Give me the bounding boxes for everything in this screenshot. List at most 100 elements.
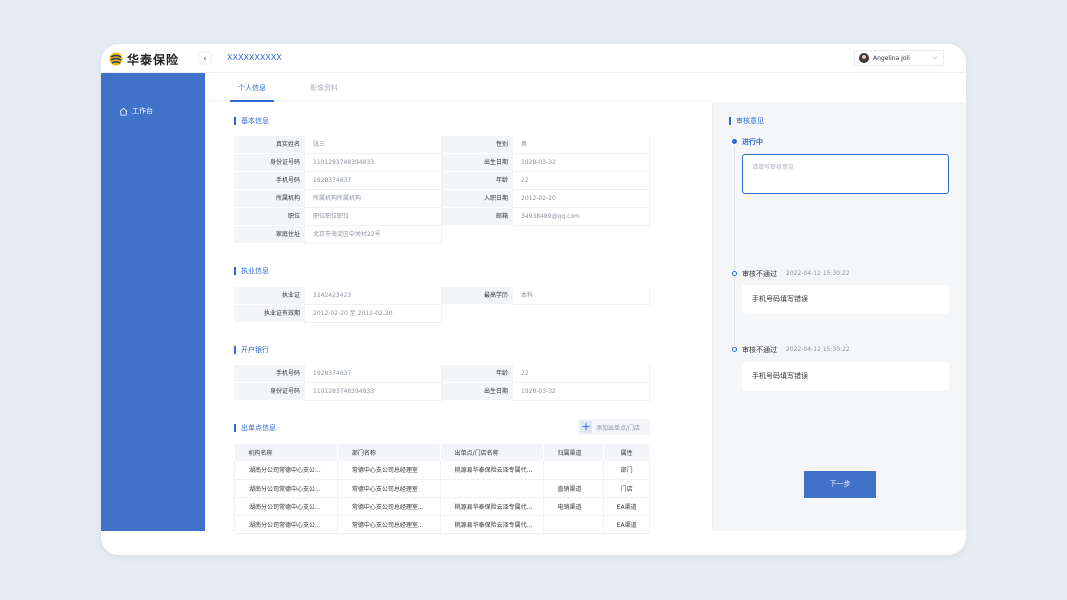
column-header: 属性 bbox=[603, 444, 650, 461]
field-label: 身份证号码 bbox=[234, 383, 304, 401]
outlets-table: 机构名称 部门名称 出单点/门店名称 归属渠道 属性 湖南分公司常德中心支公..… bbox=[234, 444, 650, 534]
table-cell: EA渠道 bbox=[603, 497, 650, 516]
field-value: 2012-02-20 bbox=[512, 190, 650, 208]
info-row: 真实姓名 张三 性别 男 bbox=[234, 136, 650, 154]
table-header-row: 机构名称 部门名称 出单点/门店名称 归属渠道 属性 bbox=[234, 444, 650, 461]
field-value: 3242423423 bbox=[304, 287, 442, 305]
table-cell: 桃源县华泰保险云泽专属代... bbox=[440, 515, 544, 534]
table-cell: 常德中心支公司总经理室 bbox=[337, 479, 441, 498]
sidebar-item-workbench[interactable]: 工作台 bbox=[119, 106, 153, 116]
timeline-dot bbox=[732, 271, 737, 276]
field-label: 邮箱 bbox=[442, 208, 512, 226]
review-history-comment: 手机号码填写错误 bbox=[742, 362, 949, 391]
column-header: 机构名称 bbox=[234, 444, 338, 461]
review-comment-input[interactable]: 请填写审核意见 bbox=[742, 154, 949, 194]
table-cell: 常德中心支公司总经理室 bbox=[337, 461, 441, 480]
field-label: 出生日期 bbox=[442, 154, 512, 172]
review-history-status: 审核不通过 bbox=[742, 270, 777, 278]
field-value: 张三 bbox=[304, 136, 442, 154]
field-label: 出生日期 bbox=[442, 383, 512, 401]
next-step-button[interactable]: 下一步 bbox=[804, 471, 876, 498]
review-history-comment: 手机号码填写错误 bbox=[742, 285, 949, 314]
timeline-line bbox=[734, 146, 735, 346]
logo-icon bbox=[109, 52, 123, 66]
field-label: 年龄 bbox=[442, 172, 512, 190]
home-icon bbox=[119, 107, 128, 116]
bank-info-grid: 手机号码 1928374637 年龄 22 身份证号码 110128374839… bbox=[234, 365, 650, 401]
field-label: 执业证 bbox=[234, 287, 304, 305]
section-title-basic-info: 基本信息 bbox=[234, 117, 269, 125]
info-row: 家庭住址 北京市海淀区中关村22号 bbox=[234, 226, 650, 244]
info-row: 身份证号码 1101283748394833 出生日期 1928-03-32 bbox=[234, 383, 650, 401]
table-cell: 门店 bbox=[603, 479, 650, 498]
table-cell: 湖南分公司常德中心支公... bbox=[234, 515, 338, 534]
field-value: 2012-02-20 至 2012-02-20 bbox=[304, 305, 442, 323]
field-label: 家庭住址 bbox=[234, 226, 304, 244]
field-value: 1101283748394833 bbox=[304, 154, 442, 172]
table-row: 湖南分公司常德中心支公... 常德中心支公司总经理室... 桃源县华泰保险云泽专… bbox=[234, 497, 650, 516]
review-history-status: 审核不通过 bbox=[742, 346, 777, 354]
info-row: 职位 职位职位职位 邮箱 34938489@qq.com bbox=[234, 208, 650, 226]
info-row: 执业证有效期 2012-02-20 至 2012-02-20 bbox=[234, 305, 650, 323]
logo: 华泰保险 bbox=[109, 51, 179, 67]
add-outlet-button[interactable]: + 添加出单点/门店 bbox=[578, 419, 650, 435]
chevron-left-icon: ‹ bbox=[203, 53, 207, 63]
table-row: 湖南分公司常德中心支公... 常德中心支公司总经理室 桃源县华泰保险云泽专属代.… bbox=[234, 461, 650, 480]
column-header: 归属渠道 bbox=[543, 444, 605, 461]
table-cell: 湖南分公司常德中心支公... bbox=[234, 461, 338, 480]
practice-info-grid: 执业证 3242423423 最高学历 本科 执业证有效期 2012-02-20… bbox=[234, 287, 650, 323]
field-label: 手机号码 bbox=[234, 172, 304, 190]
field-label: 性别 bbox=[442, 136, 512, 154]
logo-text: 华泰保险 bbox=[127, 52, 180, 67]
table-cell bbox=[543, 461, 605, 480]
field-label: 入职日期 bbox=[442, 190, 512, 208]
table-cell: 湖南分公司常德中心支公... bbox=[234, 497, 338, 516]
field-label: 身份证号码 bbox=[234, 154, 304, 172]
column-header: 出单点/门店名称 bbox=[440, 444, 544, 461]
collapse-sidebar-button[interactable]: ‹ bbox=[199, 52, 211, 64]
column-header: 部门名称 bbox=[337, 444, 441, 461]
field-value: 男 bbox=[512, 136, 650, 154]
tab-image-materials[interactable]: 影像资料 bbox=[310, 83, 338, 93]
table-cell: 常德中心支公司总经理室... bbox=[337, 515, 441, 534]
table-cell: 桃源县华泰保险云泽专属代... bbox=[440, 461, 544, 480]
sidebar: 工作台 bbox=[101, 73, 205, 531]
table-cell: 常德中心支公司总经理室... bbox=[337, 497, 441, 516]
field-value: 1928374637 bbox=[304, 365, 442, 383]
info-row: 身份证号码 1101283748394833 出生日期 1928-03-32 bbox=[234, 154, 650, 172]
plus-icon: + bbox=[580, 420, 592, 433]
table-cell: 部门 bbox=[603, 461, 650, 480]
field-value: 本科 bbox=[512, 287, 650, 305]
user-menu[interactable]: Angelina Joli ⌵ bbox=[854, 50, 944, 66]
field-value: 1928-03-32 bbox=[512, 154, 650, 172]
field-label: 年龄 bbox=[442, 365, 512, 383]
review-history-time: 2022-04-12 15:30:22 bbox=[786, 270, 850, 277]
add-outlet-label: 添加出单点/门店 bbox=[596, 424, 641, 432]
avatar bbox=[859, 53, 869, 63]
field-label: 职位 bbox=[234, 208, 304, 226]
section-title-outlets: 出单点信息 bbox=[234, 424, 276, 432]
field-value: 北京市海淀区中关村22号 bbox=[304, 226, 442, 244]
field-value: 职位职位职位 bbox=[304, 208, 442, 226]
info-row: 手机号码 1928374637 年龄 22 bbox=[234, 172, 650, 190]
table-cell: 湖南分公司常德中心支公... bbox=[234, 479, 338, 498]
info-row: 手机号码 1928374637 年龄 22 bbox=[234, 365, 650, 383]
basic-info-grid: 真实姓名 张三 性别 男 身份证号码 1101283748394833 出生日期… bbox=[234, 136, 650, 244]
table-row: 湖南分公司常德中心支公... 常德中心支公司总经理室 直销渠道 门店 bbox=[234, 479, 650, 498]
timeline-dot bbox=[732, 139, 737, 144]
field-value: 1928-03-32 bbox=[512, 383, 650, 401]
table-cell bbox=[440, 479, 544, 498]
table-cell: 直销渠道 bbox=[543, 479, 605, 498]
sidebar-item-label: 工作台 bbox=[132, 107, 153, 115]
field-label: 手机号码 bbox=[234, 365, 304, 383]
table-cell: 桃源县华泰保险云泽专属代... bbox=[440, 497, 544, 516]
table-row: 湖南分公司常德中心支公... 常德中心支公司总经理室... 桃源县华泰保险云泽专… bbox=[234, 515, 650, 534]
app-window: 华泰保险 ‹ XXXXXXXXXX Angelina Joli ⌵ 工作台 个人… bbox=[101, 44, 966, 555]
breadcrumb[interactable]: XXXXXXXXXX bbox=[227, 53, 282, 62]
field-value: 1928374637 bbox=[304, 172, 442, 190]
user-name: Angelina Joli bbox=[873, 54, 910, 62]
table-cell: 电销渠道 bbox=[543, 497, 605, 516]
tab-personal-info[interactable]: 个人信息 bbox=[230, 83, 274, 102]
info-row: 执业证 3242423423 最高学历 本科 bbox=[234, 287, 650, 305]
timeline-dot bbox=[732, 347, 737, 352]
